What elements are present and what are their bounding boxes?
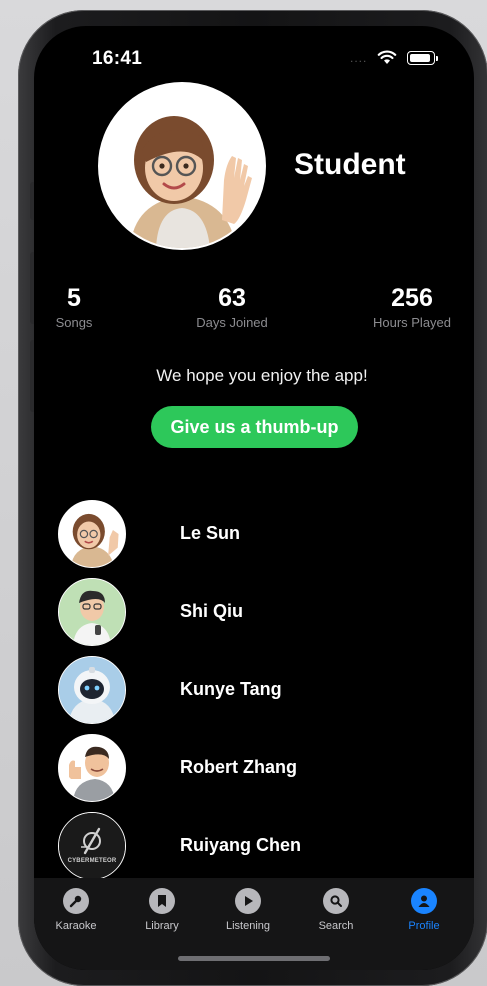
- memoji-girl-waving-icon: [59, 501, 125, 567]
- tab-label: Karaoke: [55, 920, 97, 932]
- cybermeteor-logo-icon: [59, 813, 125, 879]
- status-indicators: ....: [350, 50, 439, 65]
- member-name: Kunye Tang: [180, 679, 282, 699]
- member-avatar: [58, 734, 126, 802]
- robot-avatar-icon: [59, 657, 125, 723]
- tab-listening[interactable]: Listening: [208, 888, 288, 932]
- tab-label: Listening: [225, 920, 271, 932]
- tab-profile[interactable]: Profile: [384, 888, 464, 932]
- tab-library[interactable]: Library: [122, 888, 202, 932]
- stat-songs-label: Songs: [55, 315, 93, 330]
- device-mockup: 16:41 .... Student 5 Songs 63 Days Joine…: [0, 0, 487, 986]
- member-avatar: [58, 656, 126, 724]
- profile-name: Student: [294, 148, 406, 181]
- signal-dots: ....: [350, 50, 368, 65]
- member-row[interactable]: Robert Zhang: [58, 734, 458, 804]
- stat-days-value: 63: [218, 284, 246, 312]
- app-screen: 16:41 .... Student 5 Songs 63 Days Joine…: [34, 26, 474, 970]
- member-row[interactable]: Shi Qiu: [58, 578, 458, 648]
- stat-days-joined: 63 Days Joined: [182, 284, 282, 330]
- stat-days-label: Days Joined: [196, 315, 268, 330]
- search-icon: [323, 888, 349, 914]
- tab-karaoke[interactable]: Karaoke: [36, 888, 116, 932]
- bookmark-icon: [149, 888, 175, 914]
- member-row[interactable]: CYBERMETEOR Ruiyang Chen: [58, 812, 458, 882]
- member-avatar: CYBERMETEOR: [58, 812, 126, 880]
- cybermeteor-logo-text: CYBERMETEOR: [67, 858, 117, 864]
- stat-songs: 5 Songs: [48, 284, 100, 330]
- play-icon: [235, 888, 261, 914]
- microphone-icon: [63, 888, 89, 914]
- stat-hours-played: 256 Hours Played: [366, 284, 458, 330]
- tab-search[interactable]: Search: [296, 888, 376, 932]
- memoji-girl-waving-icon: [100, 84, 264, 248]
- home-indicator[interactable]: [178, 956, 330, 961]
- member-avatar: [58, 578, 126, 646]
- battery-icon: [407, 50, 439, 65]
- profile-avatar[interactable]: [98, 82, 266, 250]
- stat-songs-value: 5: [67, 284, 81, 312]
- tab-label: Library: [145, 920, 179, 932]
- wifi-icon: [378, 50, 397, 64]
- thumb-up-button[interactable]: Give us a thumb-up: [151, 406, 358, 448]
- profile-stats: 5 Songs 63 Days Joined 256 Hours Played: [34, 284, 474, 344]
- tab-label: Search: [318, 920, 354, 932]
- tab-label: Profile: [408, 920, 440, 932]
- stat-hours-label: Hours Played: [372, 315, 452, 330]
- stat-hours-value: 256: [391, 284, 433, 312]
- member-row[interactable]: Le Sun: [58, 500, 458, 570]
- member-name: Robert Zhang: [180, 757, 297, 777]
- member-row[interactable]: Kunye Tang: [58, 656, 458, 726]
- welcome-message: We hope you enjoy the app!: [156, 366, 368, 385]
- memoji-boy-thumbs-up-icon: [59, 735, 125, 801]
- status-time: 16:41: [92, 48, 143, 69]
- person-icon: [411, 888, 437, 914]
- member-name: Ruiyang Chen: [180, 835, 302, 855]
- member-name: Shi Qiu: [180, 601, 243, 621]
- memoji-boy-glasses-icon: [59, 579, 125, 645]
- member-name: Le Sun: [180, 523, 241, 543]
- member-avatar: [58, 500, 126, 568]
